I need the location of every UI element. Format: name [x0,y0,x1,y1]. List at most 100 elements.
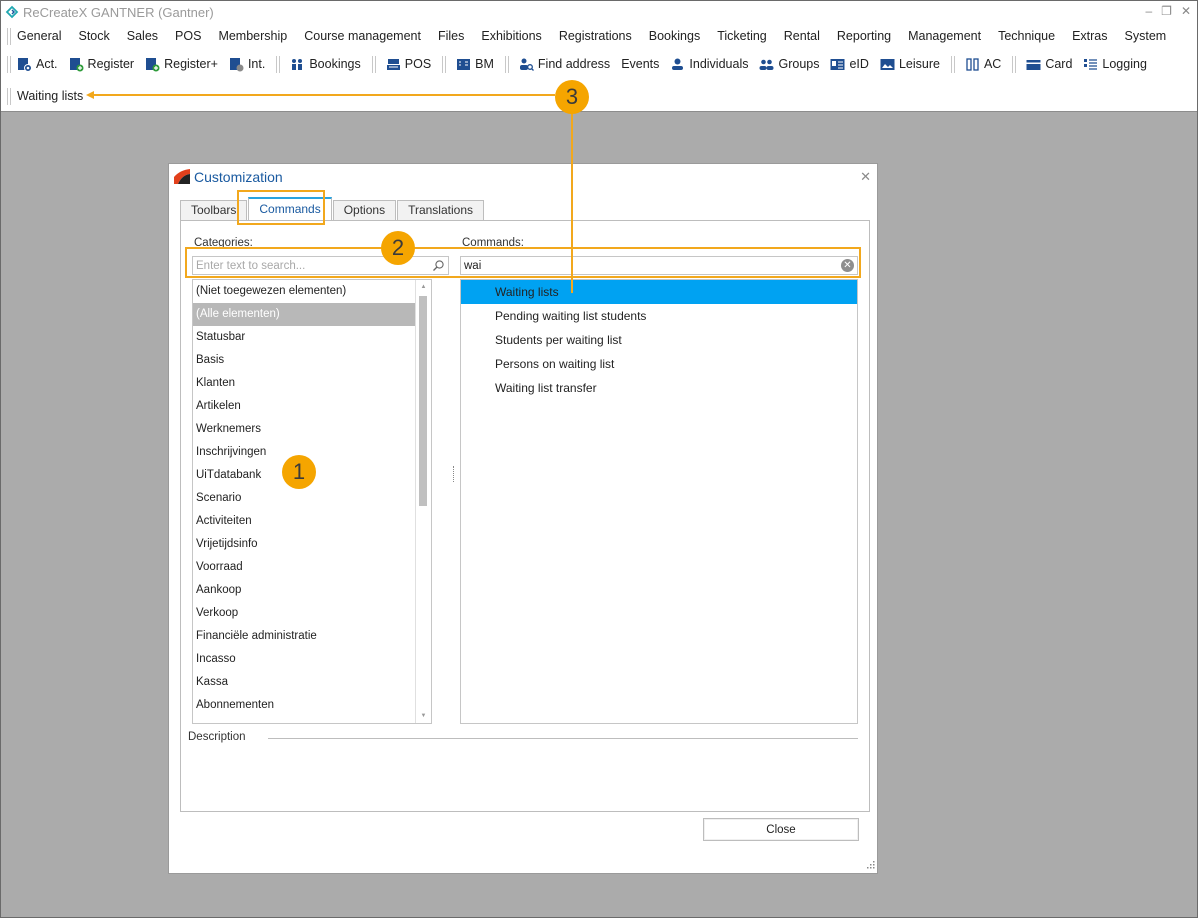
toolbar-button-bookings[interactable]: Bookings [290,57,361,72]
category-item[interactable]: Vrijetijdsinfo [193,533,431,556]
toolbar-button-individuals[interactable]: Individuals [670,57,748,72]
commands-tab-panel: Categories: Commands: ✕ (Niet toegewezen… [180,220,870,812]
toolbar-button-register[interactable]: Register [69,57,134,72]
toolbar-button-label: Bookings [309,57,361,71]
command-item[interactable]: Waiting list transfer [461,376,857,400]
category-item[interactable]: Incasso [193,648,431,671]
toolbar-button-find-address[interactable]: Find address [519,57,610,72]
menu-extras[interactable]: Extras [1072,29,1107,43]
description-label: Description [188,731,246,743]
category-item[interactable]: Abonnementen [193,694,431,717]
minimize-icon[interactable]: – [1145,4,1152,18]
menu-ticketing[interactable]: Ticketing [717,29,767,43]
category-item[interactable]: Werknemers [193,418,431,441]
menu-course-management[interactable]: Course management [304,29,421,43]
scroll-up-arrow-icon[interactable]: ▲ [416,280,431,294]
close-button[interactable]: Close [703,818,859,841]
command-item[interactable]: Students per waiting list [461,328,857,352]
command-item[interactable]: Waiting lists [461,280,857,304]
category-item[interactable]: Kassa [193,671,431,694]
category-item[interactable]: (Alle elementen) [193,303,431,326]
toolbar-button-label: Events [621,57,660,71]
toolbar-button-leisure[interactable]: Leisure [880,57,940,72]
toolbar-separator [950,55,955,73]
category-item[interactable]: Statusbar [193,326,431,349]
toolbar-grip[interactable] [7,55,11,73]
main-toolbar: Act. Register Register+ Int. Bookings POS BM Fi… [1,54,1158,74]
menu-management[interactable]: Management [908,29,981,43]
command-item[interactable]: Pending waiting list students [461,304,857,328]
toolbar-button-groups[interactable]: Groups [759,57,819,72]
toolbar-grip[interactable] [7,87,11,105]
toolbar-button-register[interactable]: Register+ [145,57,218,72]
toolbar-button-card[interactable]: Card [1026,57,1072,72]
menu-registrations[interactable]: Registrations [559,29,632,43]
group-icon [759,57,778,72]
menu-sales[interactable]: Sales [127,29,158,43]
toolbar-button-act[interactable]: Act. [17,57,58,72]
person-icon [670,57,689,72]
window-controls: – ❐ ✕ [1145,4,1191,18]
toolbar-separator [1012,55,1017,73]
description-area [188,751,858,806]
category-item[interactable]: Activiteiten [193,510,431,533]
dialog-close-icon[interactable]: ✕ [860,169,871,185]
restore-icon[interactable]: ❐ [1161,4,1172,18]
menu-reporting[interactable]: Reporting [837,29,891,43]
list-splitter[interactable] [453,466,455,482]
category-item[interactable]: Verkoop [193,602,431,625]
menu-rental[interactable]: Rental [784,29,820,43]
tab-translations[interactable]: Translations [397,200,484,220]
register-plus-icon [145,57,164,72]
menu-bookings[interactable]: Bookings [649,29,700,43]
activity-register-icon [17,57,36,72]
toolbar-button-label: Int. [247,57,266,71]
command-item[interactable]: Persons on waiting list [461,352,857,376]
scroll-down-arrow-icon[interactable]: ▼ [416,709,431,723]
toolbar-button-int[interactable]: Int. [229,57,265,72]
menu-general[interactable]: General [17,29,61,43]
category-item[interactable]: Basis [193,349,431,372]
menu-stock[interactable]: Stock [78,29,109,43]
toolbar-button-ac[interactable]: AC [965,57,1001,72]
category-item[interactable]: Klanten [193,372,431,395]
scroll-thumb[interactable] [419,296,427,506]
app-title: ReCreateX GANTNER (Gantner) [23,5,214,20]
menu-system[interactable]: System [1125,29,1167,43]
toolbar-button-waiting-lists[interactable]: Waiting lists [17,89,83,103]
commands-search-input[interactable] [461,257,857,274]
category-item[interactable]: Aankoop [193,579,431,602]
toolbar-button-logging[interactable]: Logging [1083,57,1147,72]
categories-scrollbar[interactable]: ▲ ▼ [415,280,431,723]
menu-technique[interactable]: Technique [998,29,1055,43]
clear-search-icon[interactable]: ✕ [841,259,854,272]
category-item[interactable]: Voorraad [193,556,431,579]
toolbar-button-pos[interactable]: POS [386,57,431,72]
categories-list: (Niet toegewezen elementen) (Alle element… [192,279,432,724]
tab-options[interactable]: Options [332,200,397,220]
menubar-grip[interactable] [7,27,11,45]
search-icon[interactable] [432,259,445,272]
toolbar-button-label: POS [404,57,432,71]
tab-toolbars[interactable]: Toolbars [180,200,248,220]
menu-files[interactable]: Files [438,29,464,43]
menu-exhibitions[interactable]: Exhibitions [481,29,541,43]
menu-pos[interactable]: POS [175,29,201,43]
toolbar-separator [276,55,281,73]
toolbar-button-label: Act. [36,57,58,71]
description-divider [268,738,858,739]
toolbar-button-eid[interactable]: eID [830,57,869,72]
menu-membership[interactable]: Membership [218,29,287,43]
category-item[interactable]: Financiële administratie [193,625,431,648]
close-icon[interactable]: ✕ [1181,4,1191,18]
category-item[interactable]: Artikelen [193,395,431,418]
category-item[interactable]: (Niet toegewezen elementen) [193,280,431,303]
toolbar-button-label: AC [983,57,1002,71]
callout-1: 1 [282,455,316,489]
toolbar-button-bm[interactable]: BM [456,57,494,72]
tab-commands[interactable]: Commands [248,197,332,220]
app-logo-icon [5,5,19,19]
category-item[interactable]: Scenario [193,487,431,510]
toolbar-button-events[interactable]: Events [621,57,659,71]
resize-grip-icon[interactable] [865,861,875,871]
